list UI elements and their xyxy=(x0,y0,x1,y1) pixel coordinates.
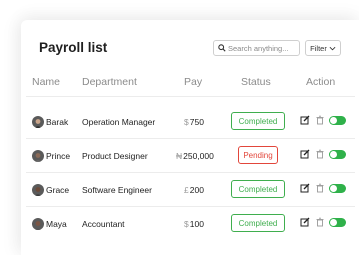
table-row: Barak Operation Manager $750 Completed xyxy=(0,107,359,137)
toggle-switch[interactable] xyxy=(329,115,346,125)
header-divider xyxy=(26,96,355,97)
avatar xyxy=(32,218,44,230)
employee-pay: £200 xyxy=(184,185,204,195)
employee-department: Accountant xyxy=(82,219,125,229)
currency-symbol: $ xyxy=(184,219,189,229)
page-title: Payroll list xyxy=(39,40,108,55)
filter-label: Filter xyxy=(310,43,327,53)
table-row: Grace Software Engineer £200 Completed xyxy=(0,175,359,205)
search-placeholder: Search anything... xyxy=(228,43,289,53)
search-input[interactable]: Search anything... xyxy=(213,40,300,56)
column-header-status: Status xyxy=(241,76,271,88)
avatar xyxy=(32,184,44,196)
employee-department: Software Engineer xyxy=(82,185,152,195)
trash-icon[interactable] xyxy=(315,183,325,193)
column-header-pay: Pay xyxy=(184,76,203,88)
employee-name: Grace xyxy=(46,185,70,195)
toggle-switch[interactable] xyxy=(329,183,346,193)
column-header-department: Department xyxy=(82,76,137,88)
column-header-action: Action xyxy=(306,76,336,88)
toggle-switch[interactable] xyxy=(329,217,346,227)
edit-icon[interactable] xyxy=(300,115,310,125)
employee-name: Maya xyxy=(46,219,67,229)
edit-icon[interactable] xyxy=(300,183,310,193)
status-badge: Completed xyxy=(231,112,285,130)
employee-name: Prince xyxy=(46,151,71,161)
employee-name: Barak xyxy=(46,117,69,127)
status-badge: Completed xyxy=(231,214,285,232)
status-badge: Completed xyxy=(231,180,285,198)
currency-symbol: £ xyxy=(184,185,189,195)
employee-department: Operation Manager xyxy=(82,117,156,127)
row-actions xyxy=(300,183,346,193)
table-row: Prince Product Designer ₦250,000 Pending xyxy=(0,141,359,171)
filter-button[interactable]: Filter xyxy=(305,40,341,56)
status-badge: Pending xyxy=(238,146,278,164)
row-divider xyxy=(26,172,355,173)
employee-pay: $100 xyxy=(184,219,204,229)
avatar xyxy=(32,116,44,128)
row-actions xyxy=(300,217,346,227)
currency-symbol: $ xyxy=(184,117,189,127)
employee-pay: $750 xyxy=(184,117,204,127)
pay-amount: 100 xyxy=(189,219,204,229)
chevron-down-icon xyxy=(329,46,336,50)
pay-amount: 750 xyxy=(189,117,204,127)
toggle-switch[interactable] xyxy=(329,149,346,159)
search-icon xyxy=(218,44,226,52)
row-actions xyxy=(300,149,346,159)
trash-icon[interactable] xyxy=(315,149,325,159)
column-header-name: Name xyxy=(32,76,61,88)
edit-icon[interactable] xyxy=(300,149,310,159)
row-divider xyxy=(26,138,355,139)
employee-pay: ₦250,000 xyxy=(176,151,214,161)
employee-department: Product Designer xyxy=(82,151,148,161)
table-row: Maya Accountant $100 Completed xyxy=(0,209,359,239)
row-actions xyxy=(300,115,346,125)
trash-icon[interactable] xyxy=(315,115,325,125)
pay-amount: 200 xyxy=(189,185,204,195)
pay-amount: 250,000 xyxy=(183,151,214,161)
edit-icon[interactable] xyxy=(300,217,310,227)
trash-icon[interactable] xyxy=(315,217,325,227)
avatar xyxy=(32,150,44,162)
row-divider xyxy=(26,206,355,207)
currency-symbol: ₦ xyxy=(176,151,183,161)
